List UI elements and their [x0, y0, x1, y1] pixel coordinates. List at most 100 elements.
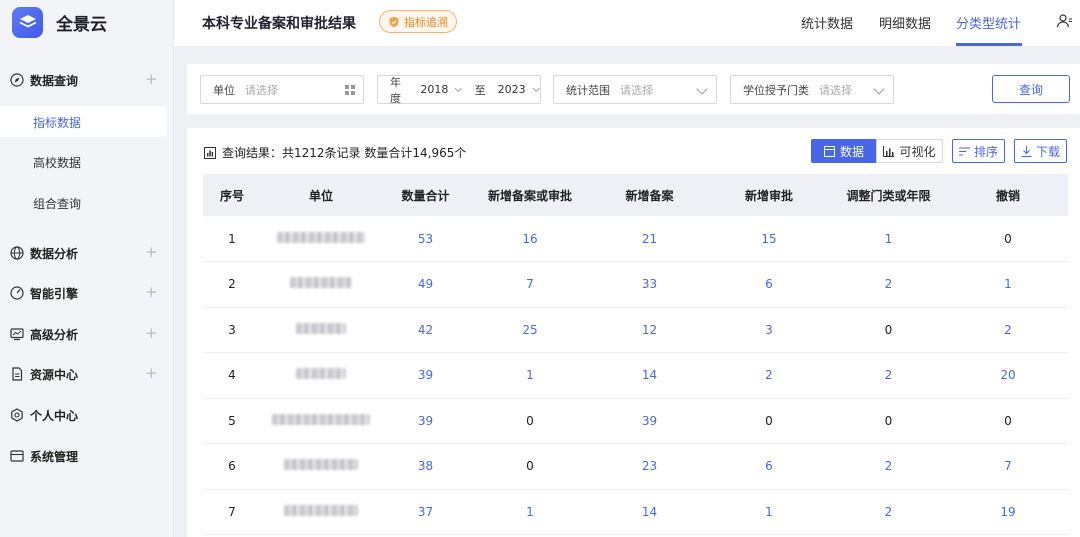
new-any-link[interactable]: 1	[470, 352, 590, 399]
column-header[interactable]: 新增备案或审批	[470, 174, 590, 216]
adjust-count-link[interactable]: 2	[829, 443, 948, 490]
total-count-link[interactable]: 38	[381, 443, 470, 490]
column-header[interactable]: 调整门类或年限	[829, 174, 948, 216]
table-row[interactable]: 2 49 7 33 6 2 1	[203, 261, 1068, 308]
new-approval-link[interactable]: 2	[709, 352, 829, 399]
sort-icon	[958, 147, 970, 155]
new-any-link[interactable]: 1	[470, 489, 590, 535]
sidebar-item-system-management[interactable]: 系统管理	[0, 440, 174, 472]
sidebar-item-data-analysis[interactable]: 数据分析 +	[0, 237, 174, 269]
adjust-count-link[interactable]: 2	[829, 352, 948, 399]
revoke-count: 0	[948, 216, 1068, 262]
table-row[interactable]: 5 39 0 39 0 0 0	[203, 398, 1068, 444]
app-logo[interactable]: 全景云	[12, 6, 107, 38]
tab-details[interactable]: 明细数据	[879, 13, 931, 32]
year-to-value: 2023	[497, 83, 526, 96]
column-header[interactable]: 新增备案	[590, 174, 709, 216]
new-filing-link[interactable]: 12	[590, 307, 709, 353]
column-header[interactable]: 数量合计	[381, 174, 470, 216]
total-count-link[interactable]: 42	[381, 307, 470, 353]
query-button[interactable]: 查询	[992, 75, 1070, 103]
new-approval-link[interactable]: 1	[709, 489, 829, 535]
chevron-down-icon	[696, 83, 708, 95]
sidebar-item-smart-engine[interactable]: 智能引擎 +	[0, 277, 174, 309]
indicator-trace-badge[interactable]: 指标追溯	[379, 10, 457, 33]
expand-icon[interactable]: +	[145, 243, 158, 261]
sidebar-item-label: 数据查询	[30, 74, 79, 88]
unit-name-blurred	[261, 352, 381, 399]
scope-select[interactable]: 统计范围 请选择	[553, 75, 717, 104]
sidebar-item-personal-center[interactable]: 个人中心	[0, 399, 174, 431]
sidebar-item-advanced-analysis[interactable]: 高级分析 +	[0, 318, 174, 350]
unit-select[interactable]: 单位 请选择	[200, 75, 364, 104]
sort-button[interactable]: 排序	[952, 139, 1005, 163]
expand-icon[interactable]: +	[145, 283, 158, 301]
degree-category-select[interactable]: 学位授予门类 请选择	[730, 75, 894, 104]
table-row[interactable]: 7 37 1 14 1 2 19	[203, 489, 1068, 535]
new-filing-link[interactable]: 23	[590, 443, 709, 490]
unit-name-blurred	[261, 307, 381, 353]
new-any-link[interactable]: 16	[470, 216, 590, 262]
revoke-count-link[interactable]: 19	[948, 489, 1068, 535]
revoke-count-link[interactable]: 7	[948, 443, 1068, 490]
table-row[interactable]: 4 39 1 14 2 2 20	[203, 352, 1068, 399]
table-row[interactable]: 6 38 0 23 6 2 7	[203, 443, 1068, 490]
adjust-count-link[interactable]: 1	[829, 216, 948, 262]
sidebar-subitem-indicator-data[interactable]: 指标数据	[0, 106, 167, 137]
download-button[interactable]: 下载	[1014, 139, 1067, 163]
sidebar-item-resource-center[interactable]: 资源中心 +	[0, 358, 174, 390]
table-row[interactable]: 1 53 16 21 15 1 0	[203, 216, 1068, 262]
tab-category-statistics[interactable]: 分类型统计	[956, 13, 1021, 32]
result-summary: 查询结果：共1212条记录 数量合计14,965个	[204, 144, 466, 161]
view-chart-button[interactable]: 可视化	[876, 139, 943, 163]
view-data-button[interactable]: 数据	[811, 139, 877, 163]
new-filing-link[interactable]: 39	[590, 398, 709, 444]
expand-icon[interactable]: +	[145, 324, 158, 342]
new-approval-link[interactable]: 3	[709, 307, 829, 353]
sidebar-item-data-query[interactable]: 数据查询 +	[0, 64, 174, 96]
total-count-link[interactable]: 49	[381, 261, 470, 308]
tab-statistics[interactable]: 统计数据	[801, 13, 853, 32]
gear-icon	[11, 408, 23, 422]
table-icon	[823, 145, 835, 157]
year-range-separator: 至	[474, 83, 486, 97]
sidebar-item-label: 高级分析	[30, 328, 79, 342]
adjust-count: 0	[829, 307, 948, 353]
adjust-count-link[interactable]: 2	[829, 489, 948, 535]
expand-icon[interactable]: +	[145, 70, 158, 88]
column-header[interactable]: 撤销	[948, 174, 1068, 216]
new-filing-link[interactable]: 21	[590, 216, 709, 262]
new-filing-link[interactable]: 14	[590, 352, 709, 399]
degree-label: 学位授予门类	[743, 83, 809, 97]
expand-icon[interactable]: +	[145, 364, 158, 382]
new-any-link[interactable]: 25	[470, 307, 590, 353]
chevron-down-icon	[873, 83, 885, 95]
new-approval-link[interactable]: 6	[709, 443, 829, 490]
new-approval-link[interactable]: 6	[709, 261, 829, 308]
grid-icon[interactable]	[345, 85, 355, 95]
column-header[interactable]: 序号	[203, 174, 261, 216]
column-header[interactable]: 单位	[261, 174, 381, 216]
year-range-select[interactable]: 年度 2018 至 2023	[377, 75, 541, 105]
total-count-link[interactable]: 39	[381, 352, 470, 399]
total-count-link[interactable]: 53	[381, 216, 470, 262]
revoke-count-link[interactable]: 2	[948, 307, 1068, 353]
new-approval-link[interactable]: 15	[709, 216, 829, 262]
adjust-count-link[interactable]: 2	[829, 261, 948, 308]
user-icon[interactable]	[1056, 13, 1072, 29]
sidebar-subitem-university-data[interactable]: 高校数据	[0, 146, 167, 177]
total-count-link[interactable]: 39	[381, 398, 470, 444]
total-count-link[interactable]: 37	[381, 489, 470, 535]
app-name: 全景云	[56, 14, 107, 35]
table-row[interactable]: 3 42 25 12 3 0 2	[203, 307, 1068, 353]
page-title: 本科专业备案和审批结果	[202, 16, 356, 32]
gauge-icon	[10, 286, 24, 300]
badge-label: 指标追溯	[404, 15, 448, 29]
new-any-link[interactable]: 7	[470, 261, 590, 308]
new-filing-link[interactable]: 14	[590, 489, 709, 535]
new-filing-link[interactable]: 33	[590, 261, 709, 308]
revoke-count-link[interactable]: 1	[948, 261, 1068, 308]
sidebar-subitem-combined-query[interactable]: 组合查询	[0, 187, 167, 218]
column-header[interactable]: 新增审批	[709, 174, 829, 216]
revoke-count-link[interactable]: 20	[948, 352, 1068, 399]
